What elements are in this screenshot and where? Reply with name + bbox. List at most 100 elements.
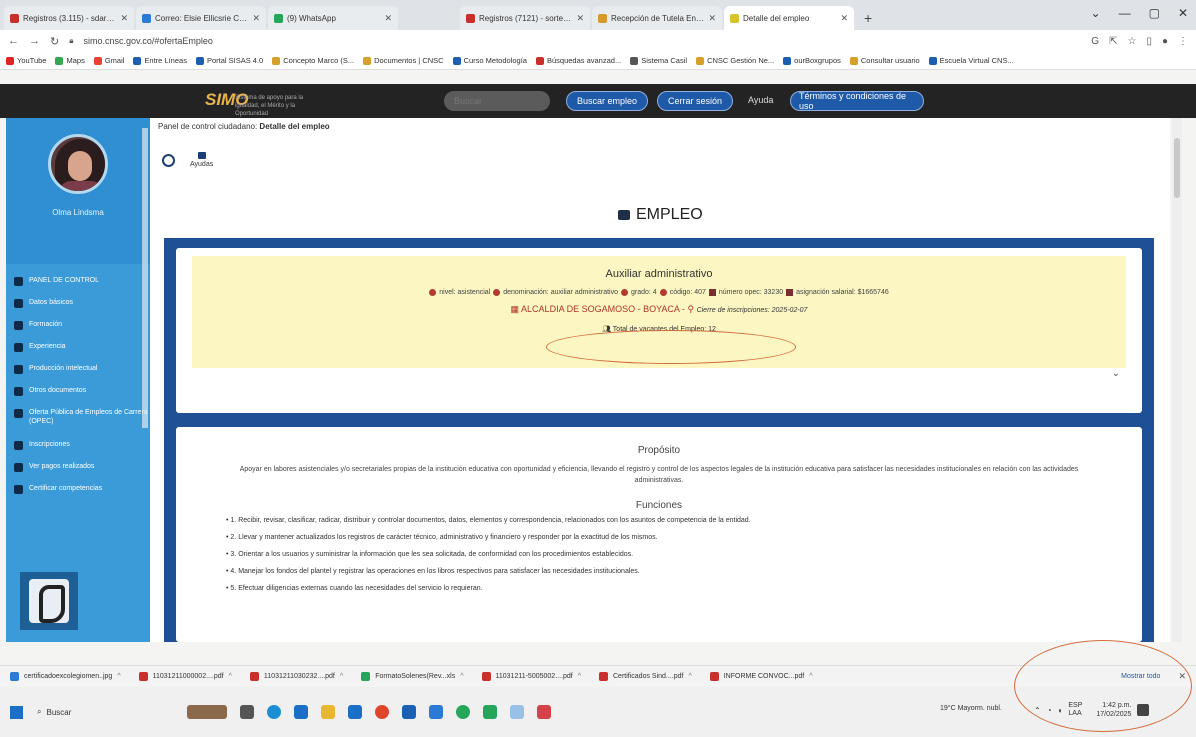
download-item[interactable]: 11031211030232....pdf ^	[249, 672, 343, 681]
minimize-button[interactable]: —	[1119, 6, 1131, 20]
tab-close-icon[interactable]: ✕	[120, 13, 128, 24]
photos-icon[interactable]	[429, 705, 443, 719]
sidebar-scrollbar[interactable]	[142, 128, 148, 428]
bookmark-item[interactable]: Búsquedas avanzad...	[535, 56, 621, 65]
bookmark-item[interactable]: Maps	[55, 56, 85, 65]
browser-tab[interactable]: Correo: Elsie Ellicsrie Caqueza ✕	[136, 6, 266, 30]
app-icon[interactable]	[537, 705, 551, 719]
download-item[interactable]: 11031211000002....pdf ^	[138, 672, 232, 681]
weather-widget[interactable]: 19°C Mayorm. nubl.	[940, 705, 1002, 712]
browser-tab-active[interactable]: Detalle del empleo ✕	[724, 6, 854, 30]
translate-icon[interactable]: G	[1091, 36, 1099, 47]
chevron-up-icon[interactable]: ^	[809, 673, 812, 680]
windows-start-icon[interactable]	[10, 705, 23, 719]
sidebar-item-inscripciones[interactable]: Inscripciones	[14, 440, 150, 462]
browser-tab[interactable]: Registros (3.115) - sdardiad@u ✕	[4, 6, 134, 30]
chevron-up-icon[interactable]: ^	[340, 673, 343, 680]
chevron-up-icon[interactable]: ^	[688, 673, 691, 680]
buscar-empleo-button[interactable]: Buscar empleo	[566, 91, 648, 111]
task-view-icon[interactable]	[240, 705, 254, 719]
tab-favicon-icon	[274, 13, 283, 23]
funcion-text: 4. Manejar los fondos del plantel y regi…	[230, 568, 640, 575]
close-window-button[interactable]: ✕	[1178, 6, 1188, 20]
bookmark-item[interactable]: YouTube	[6, 56, 46, 65]
download-item[interactable]: 11031211-5005002....pdf ^	[481, 672, 581, 681]
meta-salario: asignación salarial: $1665746	[796, 289, 889, 296]
tab-close-icon[interactable]: ✕	[708, 13, 716, 24]
tab-close-icon[interactable]: ✕	[576, 13, 584, 24]
tab-close-icon[interactable]: ✕	[384, 13, 392, 24]
excel-icon[interactable]	[483, 705, 497, 719]
sidebar-item-opec[interactable]: Oferta Pública de Empleos de Carrera (OP…	[14, 408, 150, 440]
outlook-icon[interactable]	[348, 705, 362, 719]
sidebar-item-pagos[interactable]: Ver pagos realizados	[14, 462, 150, 484]
url-field[interactable]: simo.cnsc.gov.co/#ofertaEmpleo	[83, 36, 1081, 46]
chevron-up-icon[interactable]: ^	[117, 673, 120, 680]
sidebar-item-otros-documentos[interactable]: Otros documentos	[14, 386, 150, 408]
ayudas-button[interactable]: Ayudas	[190, 152, 213, 168]
bookmark-item[interactable]: ourBoxgrupos	[783, 56, 841, 65]
avatar[interactable]	[48, 134, 108, 194]
help-circle-icon[interactable]	[162, 154, 175, 167]
star-icon[interactable]: ☆	[1127, 36, 1136, 47]
tab-close-icon[interactable]: ✕	[840, 13, 848, 24]
bookmark-item[interactable]: Concepto Marco (S...	[272, 56, 354, 65]
browser-tab[interactable]: (9) WhatsApp ✕	[268, 6, 398, 30]
bookmark-item[interactable]: Sistema Casil	[630, 56, 687, 65]
chevron-up-icon[interactable]: ^	[460, 673, 463, 680]
reload-icon[interactable]: ↻	[50, 35, 59, 48]
bookmark-item[interactable]: Documentos | CNSC	[363, 56, 444, 65]
terminos-button[interactable]: Términos y condiciones de uso	[790, 91, 924, 111]
bookmark-item[interactable]: Entre Líneas	[133, 56, 187, 65]
download-item[interactable]: FormatoSolenes(Rev...xls ^	[361, 672, 464, 681]
ayuda-link[interactable]: Ayuda	[748, 95, 773, 105]
tab-search-icon[interactable]: ⌄	[1091, 6, 1101, 20]
download-item[interactable]: Certificados Sind....pdf ^	[599, 672, 692, 681]
sidepanel-icon[interactable]: ▯	[1146, 36, 1152, 47]
new-tab-button[interactable]: +	[856, 10, 880, 30]
cerrar-sesion-button[interactable]: Cerrar sesión	[657, 91, 733, 111]
app-icon[interactable]	[510, 705, 524, 719]
bookmark-item[interactable]: Curso Metodología	[452, 56, 527, 65]
word-icon[interactable]	[402, 705, 416, 719]
sidebar-item-produccion[interactable]: Producción intelectual	[14, 364, 150, 386]
bookmark-item[interactable]: Consultar usuario	[849, 56, 920, 65]
explorer-icon[interactable]	[321, 705, 335, 719]
scrollbar-thumb[interactable]	[1174, 138, 1180, 198]
grado-icon	[621, 289, 628, 296]
chevron-down-icon[interactable]: ⌄	[1112, 368, 1120, 379]
browser-tab[interactable]: Recepción de Tutela En línea ✕	[592, 6, 722, 30]
bookmark-item[interactable]: Escuela Virtual CNS...	[928, 56, 1014, 65]
bookmark-item[interactable]: Gmail	[93, 56, 124, 65]
sidebar-item-formacion[interactable]: Formación	[14, 320, 150, 342]
page-scrollbar[interactable]	[1172, 118, 1182, 642]
chevron-up-icon[interactable]: ^	[578, 673, 581, 680]
bookmark-item[interactable]: CNSC Gestión Ne...	[696, 56, 774, 65]
chevron-up-icon[interactable]: ^	[229, 673, 232, 680]
sidebar-item-certificar[interactable]: Certificar competencias	[14, 484, 150, 506]
edge-icon[interactable]	[267, 705, 281, 719]
menu-dots-icon[interactable]: ⋮	[1178, 36, 1188, 47]
sidebar-item-experiencia[interactable]: Experiencia	[14, 342, 150, 364]
back-arrow-icon[interactable]: ←	[8, 35, 19, 47]
sidebar-item-datos-basicos[interactable]: Datos básicos	[14, 298, 150, 320]
bookmark-item[interactable]: Portal SISAS 4.0	[195, 56, 263, 65]
browser-tab[interactable]: Registros (7121) - sorteadostud ✕	[460, 6, 590, 30]
chrome-icon[interactable]	[375, 705, 389, 719]
taskbar-search[interactable]: ⌕ Buscar	[37, 707, 137, 717]
profile-avatar[interactable]: ●	[1162, 36, 1168, 47]
tab-close-icon[interactable]: ✕	[252, 13, 260, 24]
sidebar-item-panel-control[interactable]: PANEL DE CONTROL	[14, 276, 150, 298]
list-item: • 4. Manejar los fondos del plantel y re…	[226, 568, 640, 575]
store-icon[interactable]	[294, 705, 308, 719]
search-input[interactable]	[444, 91, 550, 111]
share-icon[interactable]: ⇱	[1109, 36, 1117, 47]
maximize-button[interactable]: ▢	[1149, 6, 1160, 20]
download-item[interactable]: INFORME CONVOC...pdf ^	[709, 672, 813, 681]
download-item[interactable]: certificadoexcolegiomen..jpg ^	[10, 672, 121, 681]
forward-arrow-icon[interactable]: →	[29, 35, 40, 47]
maps-icon	[55, 56, 64, 65]
widgets-icon[interactable]	[187, 705, 227, 719]
app-icon[interactable]	[456, 705, 470, 719]
accessibility-logo[interactable]	[20, 572, 78, 630]
